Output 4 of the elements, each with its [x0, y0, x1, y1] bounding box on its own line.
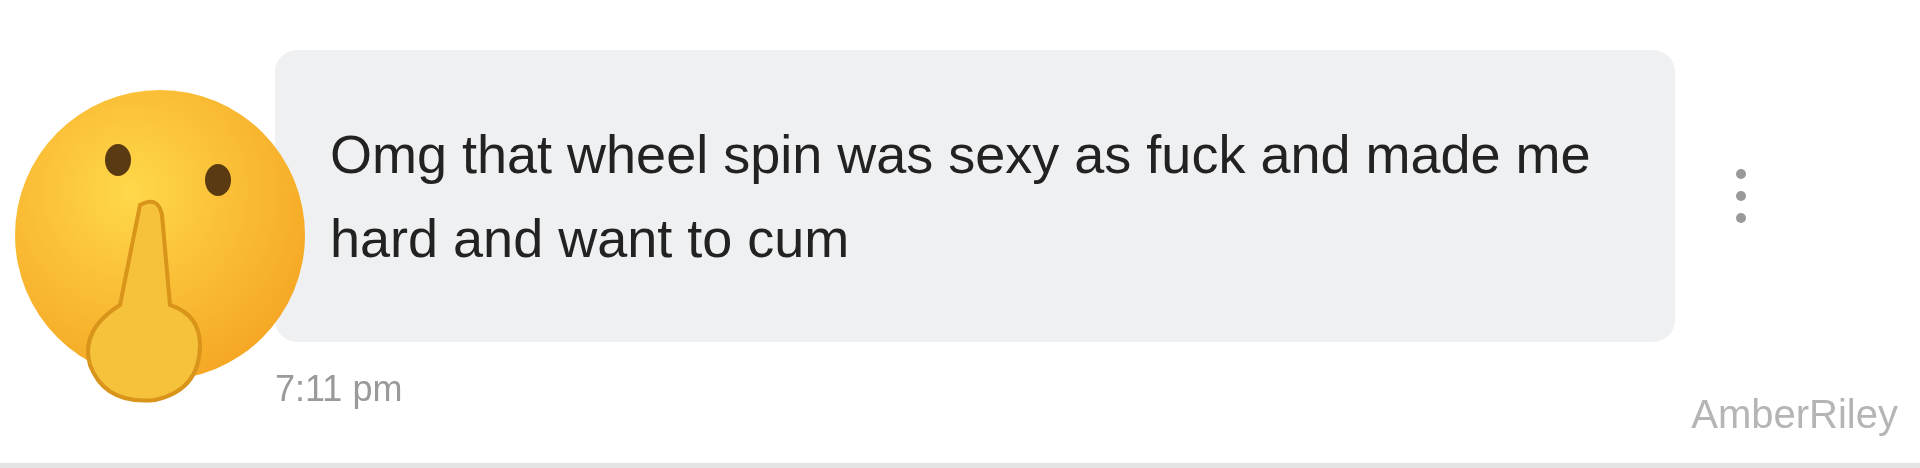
more-options-icon[interactable]: [1735, 166, 1747, 226]
sender-name: AmberRiley: [1691, 392, 1898, 437]
message-time: 7:11 pm: [275, 368, 404, 410]
message-bubble: Omg that wheel spin was sexy as fuck and made me hard and want to cum: [275, 50, 1675, 342]
